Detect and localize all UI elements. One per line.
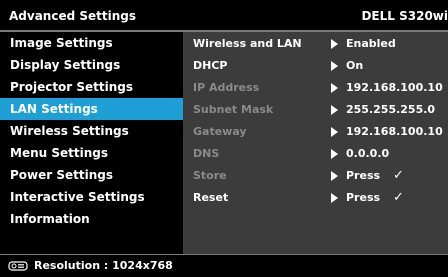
main-menu: Image Settings Display Settings Projecto… xyxy=(0,32,183,254)
setting-row-dns[interactable]: DNS 0.0.0.0 xyxy=(183,144,448,164)
setting-row-reset[interactable]: Reset Press ✓ xyxy=(183,188,448,208)
menu-item-power-settings[interactable]: Power Settings xyxy=(0,164,183,186)
setting-value: On xyxy=(346,59,364,72)
setting-value: 192.168.100.10 xyxy=(346,125,443,138)
projector-model: DELL S320wi xyxy=(361,9,448,23)
arrow-right-icon xyxy=(331,39,338,49)
setting-label: Store xyxy=(193,169,227,182)
arrow-right-icon xyxy=(331,171,338,181)
arrow-right-icon xyxy=(331,83,338,93)
setting-label: Gateway xyxy=(193,125,247,138)
menu-title: Advanced Settings xyxy=(9,9,137,23)
arrow-right-icon xyxy=(331,127,338,137)
setting-label: DNS xyxy=(193,147,220,160)
setting-value: 0.0.0.0 xyxy=(346,147,390,160)
resolution-status: Resolution : 1024x768 xyxy=(34,259,173,272)
osd-footer: Resolution : 1024x768 xyxy=(0,254,448,277)
setting-value: 255.255.255.0 xyxy=(346,103,436,116)
menu-item-interactive-settings[interactable]: Interactive Settings xyxy=(0,186,183,208)
setting-value: 192.168.100.10 xyxy=(346,81,443,94)
menu-item-wireless-settings[interactable]: Wireless Settings xyxy=(0,120,183,142)
menu-item-display-settings[interactable]: Display Settings xyxy=(0,54,183,76)
setting-row-gateway[interactable]: Gateway 192.168.100.10 xyxy=(183,122,448,142)
arrow-right-icon xyxy=(331,193,338,203)
setting-label: DHCP xyxy=(193,59,228,72)
setting-row-wireless-and-lan[interactable]: Wireless and LAN Enabled xyxy=(183,34,448,54)
setting-label: Reset xyxy=(193,191,229,204)
arrow-right-icon xyxy=(331,149,338,159)
setting-label: IP Address xyxy=(193,81,260,94)
arrow-right-icon xyxy=(331,105,338,115)
osd-header: Advanced Settings DELL S320wi xyxy=(0,0,448,32)
menu-item-projector-settings[interactable]: Projector Settings xyxy=(0,76,183,98)
setting-row-subnet-mask[interactable]: Subnet Mask 255.255.255.0 xyxy=(183,100,448,120)
menu-item-lan-settings[interactable]: LAN Settings xyxy=(0,98,183,120)
setting-value: Enabled xyxy=(346,37,396,50)
lan-settings-panel: Wireless and LAN Enabled DHCP On IP Addr… xyxy=(183,32,448,254)
menu-item-information[interactable]: Information xyxy=(0,208,183,230)
setting-row-dhcp[interactable]: DHCP On xyxy=(183,56,448,76)
projector-resolution-icon xyxy=(8,261,28,271)
setting-row-ip-address[interactable]: IP Address 192.168.100.10 xyxy=(183,78,448,98)
checkmark-icon: ✓ xyxy=(393,168,404,183)
setting-row-store[interactable]: Store Press ✓ xyxy=(183,166,448,186)
menu-item-image-settings[interactable]: Image Settings xyxy=(0,32,183,54)
checkmark-icon: ✓ xyxy=(393,190,404,205)
setting-label: Wireless and LAN xyxy=(193,37,302,50)
setting-value: Press xyxy=(346,169,381,182)
menu-item-menu-settings[interactable]: Menu Settings xyxy=(0,142,183,164)
osd-window: Advanced Settings DELL S320wi Image Sett… xyxy=(0,0,448,277)
arrow-right-icon xyxy=(331,61,338,71)
setting-value: Press xyxy=(346,191,381,204)
setting-label: Subnet Mask xyxy=(193,103,274,116)
